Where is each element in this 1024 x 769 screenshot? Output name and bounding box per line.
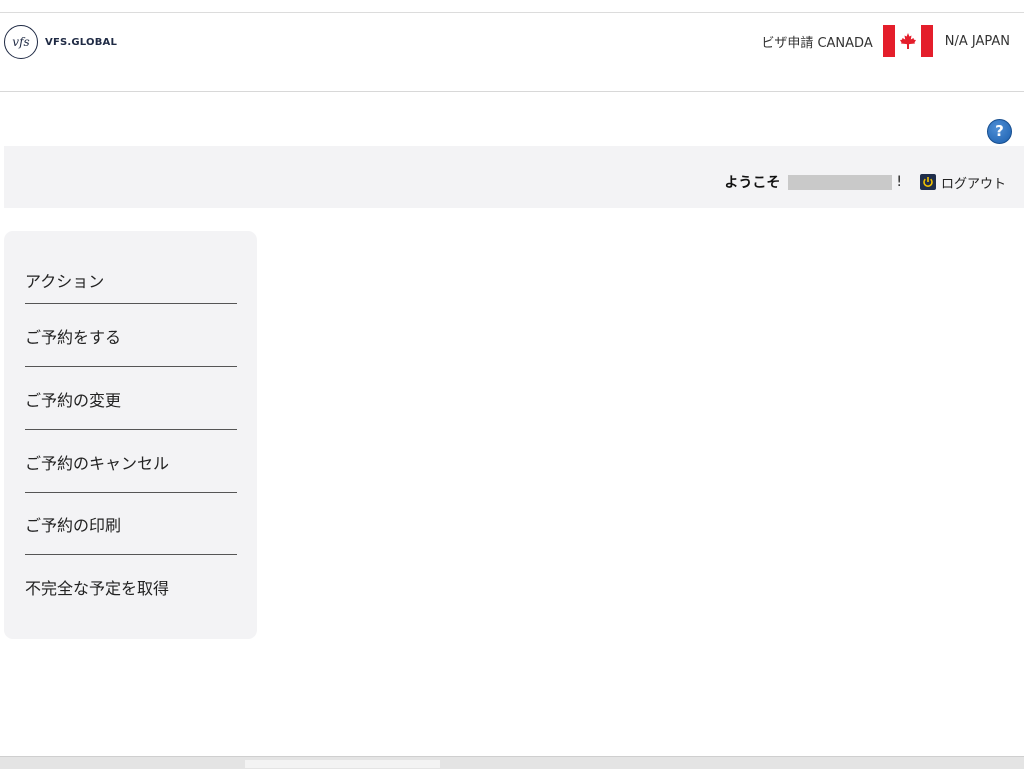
sidebar-item-change-appointment[interactable]: ご予約の変更: [25, 387, 237, 411]
header-divider: [0, 91, 1024, 92]
logout-link[interactable]: ログアウト: [919, 173, 1006, 192]
sidebar-item-incomplete-appointments[interactable]: 不完全な予定を取得: [25, 575, 237, 599]
vfs-logo-mark: vfs: [4, 25, 38, 59]
welcome-label: ようこそ: [724, 175, 781, 191]
power-icon: [919, 174, 936, 190]
welcome-message: ようこそ ! ログアウト: [724, 172, 1006, 192]
menu-divider: [25, 303, 237, 304]
header-right: ビザ申請 CANADA N/A JAPAN: [761, 24, 1010, 58]
browser-bottom-bar: [0, 756, 1024, 769]
sidebar-item-book-appointment[interactable]: ご予約をする: [25, 324, 237, 348]
logout-label: ログアウト: [940, 176, 1006, 192]
menu-divider: [25, 366, 237, 367]
country-label: N/A JAPAN: [944, 33, 1010, 49]
sidebar-item-cancel-appointment[interactable]: ご予約のキャンセル: [25, 450, 237, 474]
vfs-logo[interactable]: vfs VFS.GLOBAL: [4, 25, 117, 59]
welcome-exclaim: !: [896, 174, 902, 190]
vfs-logo-text: VFS.GLOBAL: [45, 36, 118, 48]
canada-flag-icon: [882, 25, 933, 57]
sidebar-heading-actions: アクション: [25, 272, 105, 291]
visa-application-label: ビザ申請 CANADA: [761, 35, 873, 51]
redacted-username: [788, 174, 893, 190]
menu-divider: [25, 554, 237, 555]
menu-divider: [25, 492, 237, 493]
welcome-bar: ようこそ ! ログアウト: [4, 146, 1024, 208]
menu-divider: [25, 429, 237, 430]
help-icon[interactable]: ?: [987, 119, 1012, 144]
sidebar-item-print-appointment[interactable]: ご予約の印刷: [25, 512, 237, 536]
browser-bottom-tab[interactable]: [245, 760, 440, 768]
action-sidebar: アクション ご予約をする ご予約の変更 ご予約のキャンセル ご予約の印刷 不完全…: [4, 231, 257, 639]
